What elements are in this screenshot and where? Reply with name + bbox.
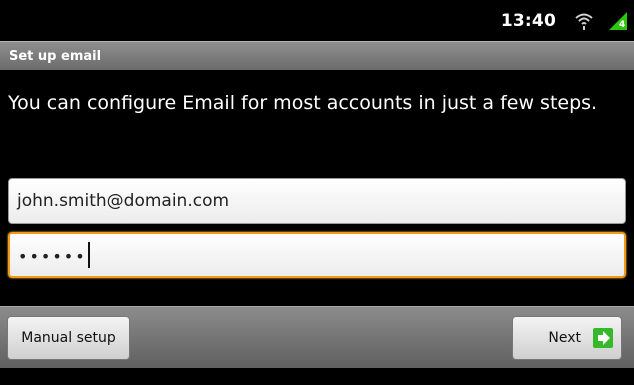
button-bar: Manual setup Next: [0, 306, 634, 368]
svg-text:4: 4: [619, 20, 625, 30]
email-field[interactable]: john.smith@domain.com: [8, 178, 626, 224]
manual-setup-label: Manual setup: [21, 330, 116, 346]
text-cursor: [87, 242, 90, 268]
status-bar: 13:40 4: [0, 0, 634, 41]
arrow-right-icon: [593, 328, 613, 348]
intro-text: You can configure Email for most account…: [8, 92, 598, 114]
bottom-edge: [0, 368, 634, 385]
signal-icon: 4: [609, 11, 627, 30]
manual-setup-button[interactable]: Manual setup: [7, 316, 130, 360]
wifi-icon: [575, 13, 593, 30]
next-button[interactable]: Next: [512, 316, 622, 360]
next-label: Next: [548, 330, 581, 346]
title-bar: Set up email: [0, 41, 634, 70]
status-time: 13:40: [500, 10, 556, 31]
password-field[interactable]: ••••••: [8, 232, 626, 278]
email-field-value: john.smith@domain.com: [17, 191, 230, 211]
password-field-value: ••••••: [18, 246, 87, 266]
page-title: Set up email: [9, 48, 102, 64]
